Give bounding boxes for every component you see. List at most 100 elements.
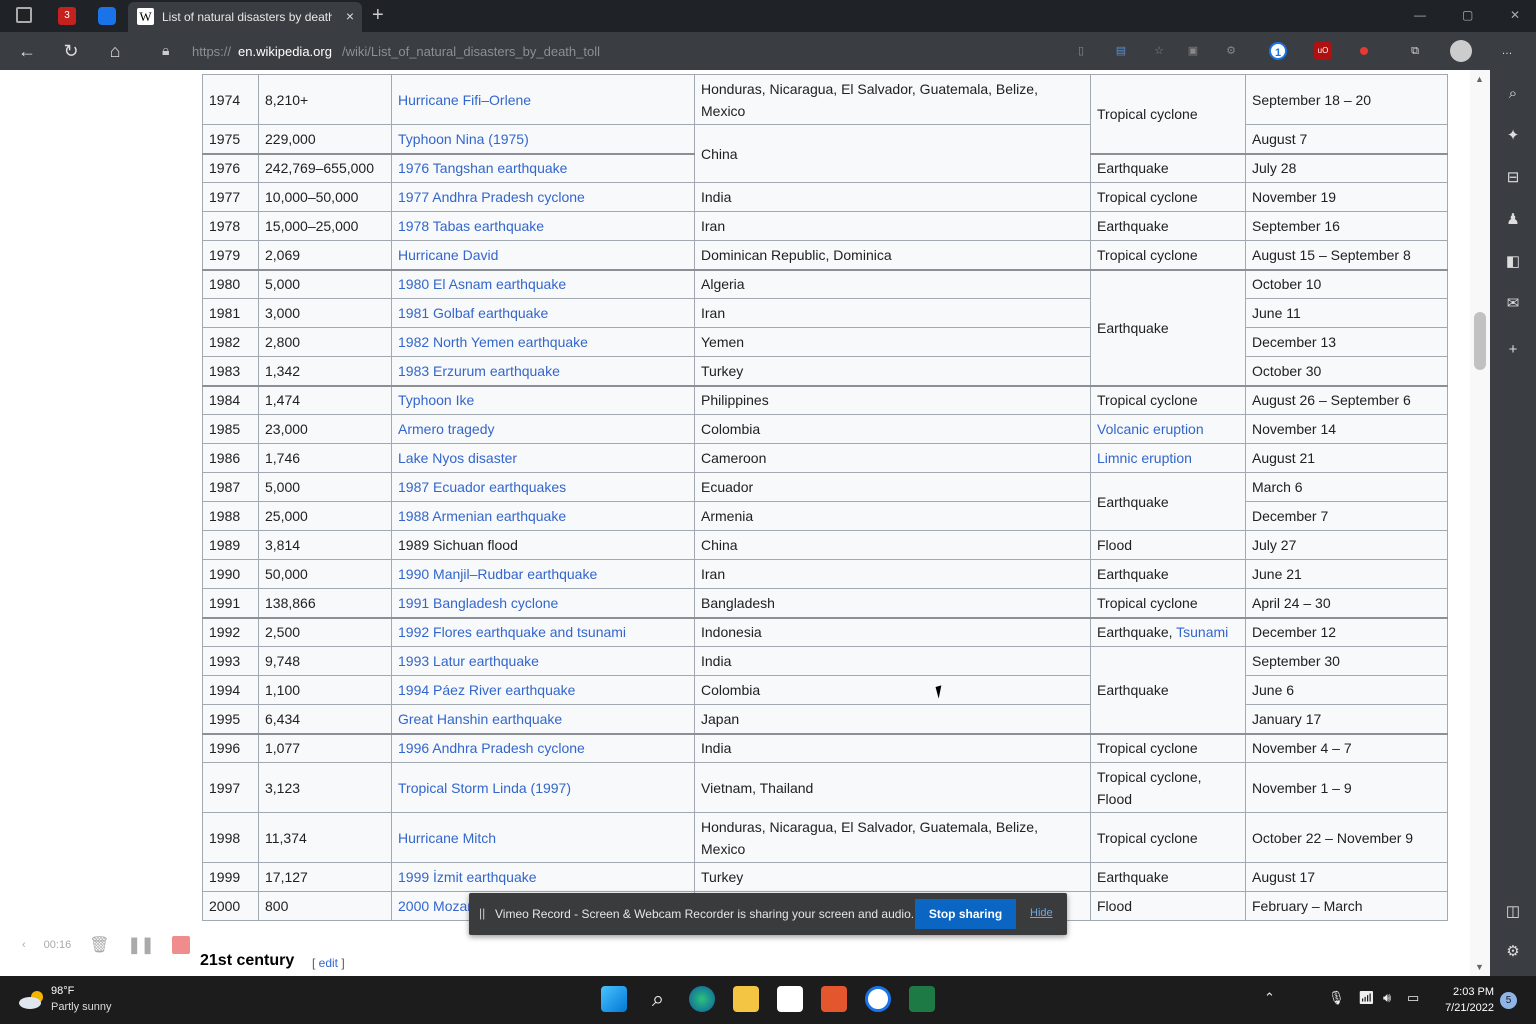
event-cell-text[interactable]: 1990 Manjil–Rudbar earthquake xyxy=(398,566,597,582)
edge-icon[interactable] xyxy=(689,986,715,1012)
country-cell-text: Ecuador xyxy=(701,479,754,495)
search-icon[interactable]: ⌕ xyxy=(1503,84,1523,104)
scroll-up-icon[interactable]: ▲ xyxy=(1475,74,1484,84)
close-tab-icon[interactable]: × xyxy=(346,8,354,24)
new-tab-button[interactable]: + xyxy=(372,4,384,27)
event-cell-text[interactable]: Typhoon Ike xyxy=(398,392,474,408)
office-icon[interactable]: ◧ xyxy=(1503,252,1523,272)
stop-recording-icon[interactable] xyxy=(172,936,191,954)
death-toll-cell: 2,069 xyxy=(258,240,392,270)
reload-icon[interactable]: ↻ xyxy=(60,40,82,62)
shopping-icon[interactable]: ✦ xyxy=(1503,126,1523,146)
death-toll-cell: 800 xyxy=(258,891,392,921)
file-explorer-icon[interactable] xyxy=(733,986,759,1012)
date-cell: January 17 xyxy=(1245,704,1448,734)
pinned-tab-icon[interactable] xyxy=(98,7,116,25)
event-cell-text[interactable]: Hurricane Mitch xyxy=(398,830,496,846)
event-cell-text[interactable]: 1993 Latur earthquake xyxy=(398,653,539,669)
recorder-back-icon[interactable]: ‹ xyxy=(22,939,26,951)
year-cell: 1992 xyxy=(202,616,259,647)
tsunami-link[interactable]: Tsunami xyxy=(1176,624,1228,640)
edge-sidebar: ⌕ ✦ ⊟ ♟ ◧ ✉ + ◫ ⚙ xyxy=(1490,70,1536,976)
excel-icon[interactable] xyxy=(909,986,935,1012)
table-row: 1984 1,474 Typhoon Ike Philippines Tropical … xyxy=(202,384,1448,415)
volume-icon[interactable]: 🔊︎ xyxy=(1383,990,1391,1006)
edit-link[interactable]: edit xyxy=(319,956,338,970)
tab-actions-icon[interactable] xyxy=(16,7,32,23)
page-scrollbar[interactable]: ▲ ▼ xyxy=(1470,70,1490,976)
wifi-icon[interactable]: 📶︎ xyxy=(1358,990,1375,1006)
scrollbar-thumb[interactable] xyxy=(1474,312,1486,370)
hide-link[interactable]: Hide xyxy=(1030,907,1053,919)
event-cell-text[interactable]: Typhoon Nina (1975) xyxy=(398,131,529,147)
event-cell-text[interactable]: Hurricane Fifi–Orlene xyxy=(398,92,531,108)
death-toll-cell: 10,000–50,000 xyxy=(258,182,392,212)
back-icon[interactable]: ← xyxy=(16,40,38,62)
event-cell-text[interactable]: 1976 Tangshan earthquake xyxy=(398,160,567,176)
event-cell-text[interactable]: Hurricane David xyxy=(398,247,498,263)
collections-icon[interactable]: ▣ xyxy=(1184,42,1202,60)
scroll-down-icon[interactable]: ▼ xyxy=(1475,962,1484,972)
password-manager-extension-icon[interactable]: 1 xyxy=(1269,42,1287,60)
event-cell-text[interactable]: Lake Nyos disaster xyxy=(398,450,517,466)
read-aloud-icon[interactable]: ▯ xyxy=(1072,42,1090,60)
ublock-extension-icon[interactable]: uO xyxy=(1314,42,1332,60)
event-cell-text[interactable]: Great Hanshin earthquake xyxy=(398,711,562,727)
tab-collections-icon[interactable]: ⧉ xyxy=(1406,42,1424,60)
office-app-icon[interactable] xyxy=(821,986,847,1012)
add-icon[interactable]: + xyxy=(1503,340,1523,360)
microphone-icon[interactable]: 🎙︎ xyxy=(1328,990,1345,1006)
profile-avatar[interactable] xyxy=(1450,40,1472,62)
password-manager-icon[interactable] xyxy=(865,986,891,1012)
event-cell-text[interactable]: 1981 Golbaf earthquake xyxy=(398,305,548,321)
type-cell-text[interactable]: Volcanic eruption xyxy=(1097,421,1204,437)
close-window-icon[interactable]: ✕ xyxy=(1510,8,1520,22)
address-bar[interactable]: 🔒︎ https:// en.wikipedia.org /wiki/List_… xyxy=(150,35,1258,67)
recording-indicator-icon[interactable] xyxy=(1360,47,1368,55)
menu-icon[interactable]: … xyxy=(1498,42,1516,60)
event-cell-text[interactable]: 1980 El Asnam earthquake xyxy=(398,276,566,292)
trash-icon[interactable]: 🗑︎ xyxy=(89,935,109,955)
event-cell-text[interactable]: Tropical Storm Linda (1997) xyxy=(398,780,571,796)
extension-settings-icon[interactable]: ⚙ xyxy=(1222,42,1240,60)
event-cell-text[interactable]: 1992 Flores earthquake and tsunami xyxy=(398,624,626,640)
active-tab[interactable]: W List of natural disasters by death × xyxy=(128,2,362,32)
pause-icon[interactable]: ❚❚ xyxy=(128,935,155,955)
immersive-reader-icon[interactable]: ▤ xyxy=(1112,42,1130,60)
event-cell-text[interactable]: 1987 Ecuador earthquakes xyxy=(398,479,566,495)
event-cell-text[interactable]: 1983 Erzurum earthquake xyxy=(398,363,560,379)
lock-icon[interactable]: 🔒︎ xyxy=(162,42,169,59)
event-cell-text[interactable]: 1978 Tabas earthquake xyxy=(398,218,544,234)
system-clock[interactable]: 2:03 PM 7/21/2022 xyxy=(1436,984,1494,1016)
games-icon[interactable]: ♟ xyxy=(1503,210,1523,230)
type-cell-text[interactable]: Limnic eruption xyxy=(1097,450,1192,466)
stop-sharing-button[interactable]: Stop sharing xyxy=(915,899,1016,929)
year-cell: 1985 xyxy=(202,414,259,444)
event-cell-text[interactable]: 1991 Bangladesh cyclone xyxy=(398,595,558,611)
home-icon[interactable]: ⌂ xyxy=(104,40,126,62)
outlook-icon[interactable]: ✉ xyxy=(1503,294,1523,314)
maximize-icon[interactable]: ▢ xyxy=(1462,8,1473,22)
country-cell: Philippines xyxy=(694,384,1091,415)
event-cell-text[interactable]: 1982 North Yemen earthquake xyxy=(398,334,588,350)
minimize-icon[interactable]: — xyxy=(1414,8,1426,22)
battery-icon[interactable]: ▭ xyxy=(1407,990,1419,1006)
show-hidden-icons[interactable]: ⌃ xyxy=(1264,990,1275,1006)
microsoft-store-icon[interactable] xyxy=(777,986,803,1012)
gmail-tab-icon[interactable]: 3 xyxy=(58,7,76,25)
event-cell-text[interactable]: 1996 Andhra Pradesh cyclone xyxy=(398,740,585,756)
taskbar-search-icon[interactable]: ⌕ xyxy=(645,986,671,1012)
event-cell-text[interactable]: 1999 İzmit earthquake xyxy=(398,869,537,885)
event-cell-text[interactable]: 1994 Páez River earthquake xyxy=(398,682,575,698)
event-cell: Typhoon Ike xyxy=(391,384,695,415)
notification-badge[interactable]: 5 xyxy=(1500,992,1517,1009)
favorite-icon[interactable]: ☆ xyxy=(1150,42,1168,60)
event-cell-text[interactable]: 1977 Andhra Pradesh cyclone xyxy=(398,189,585,205)
tools-icon[interactable]: ⊟ xyxy=(1503,168,1523,188)
event-cell-text[interactable]: Armero tragedy xyxy=(398,421,494,437)
event-cell-text[interactable]: 1988 Armenian earthquake xyxy=(398,508,566,524)
settings-gear-icon[interactable]: ⚙ xyxy=(1503,942,1523,962)
start-icon[interactable] xyxy=(601,986,627,1012)
year-cell-text: 1990 xyxy=(209,566,241,582)
split-screen-icon[interactable]: ◫ xyxy=(1503,902,1523,922)
